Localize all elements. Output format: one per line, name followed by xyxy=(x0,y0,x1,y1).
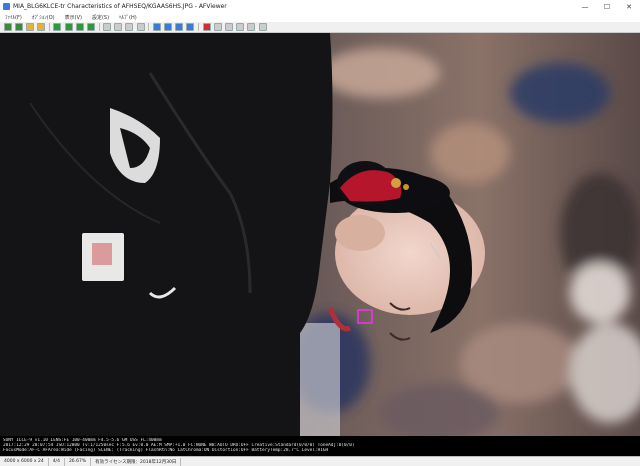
image-viewport[interactable] xyxy=(0,33,640,436)
menu-bar: ﾌｧｲﾙ(F) ｵﾌﾟｼｮﾝ(O) 表示(V) 設定(S) ﾍﾙﾌﾟ(H) xyxy=(0,13,640,22)
toolbar-separator xyxy=(148,23,150,31)
fit-icon[interactable] xyxy=(125,23,134,31)
copy-icon[interactable] xyxy=(37,23,46,31)
menu-file[interactable]: ﾌｧｲﾙ(F) xyxy=(5,14,22,21)
help-icon[interactable] xyxy=(258,23,267,31)
rotate-left-icon[interactable] xyxy=(152,23,161,31)
exif-info-panel: SONY ILCE-9 v1.10 LENS:FE 100-400mm F4.5… xyxy=(0,436,640,456)
minimize-button[interactable]: — xyxy=(574,0,596,13)
maximize-button[interactable]: ☐ xyxy=(596,0,618,13)
menu-settings[interactable]: 設定(S) xyxy=(92,14,109,21)
window-title: MIA_BLG6KLCE-tr Characteristics of AFHSE… xyxy=(13,3,227,10)
save-icon[interactable] xyxy=(14,23,23,31)
status-index: 4/4 xyxy=(49,457,65,466)
app-icon xyxy=(3,3,10,10)
menu-help[interactable]: ﾍﾙﾌﾟ(H) xyxy=(119,14,137,21)
toolbar xyxy=(0,22,640,33)
status-license: 有効ライセンス期限：2018年12月30日 xyxy=(91,457,182,466)
actual-size-icon[interactable] xyxy=(136,23,145,31)
zoom-in-icon[interactable] xyxy=(103,23,112,31)
open-icon[interactable] xyxy=(3,23,12,31)
toolbar-separator xyxy=(48,23,50,31)
exif-line-3: FocusMode:AF-C AFArea:Wide (Facing) SCEN… xyxy=(3,448,329,453)
zoom-out-icon[interactable] xyxy=(114,23,123,31)
status-bar: 4000 x 6000 x 24 4/4 26.67% 有効ライセンス期限：20… xyxy=(0,456,640,466)
settings-icon[interactable] xyxy=(236,23,245,31)
photo-image xyxy=(0,33,640,436)
info-icon[interactable] xyxy=(213,23,222,31)
slideshow-icon[interactable] xyxy=(186,23,195,31)
close-button[interactable]: ✕ xyxy=(618,0,640,13)
menu-view[interactable]: 表示(V) xyxy=(65,14,82,21)
toolbar-separator xyxy=(98,23,100,31)
status-zoom: 26.67% xyxy=(65,457,92,466)
forward-icon[interactable] xyxy=(64,23,73,31)
toolbar-separator xyxy=(198,23,199,31)
histogram-icon[interactable] xyxy=(224,23,233,31)
delete-icon[interactable] xyxy=(202,23,211,31)
first-icon[interactable] xyxy=(75,23,84,31)
print-icon[interactable] xyxy=(247,23,256,31)
last-icon[interactable] xyxy=(86,23,95,31)
menu-option[interactable]: ｵﾌﾟｼｮﾝ(O) xyxy=(32,14,55,21)
back-icon[interactable] xyxy=(53,23,62,31)
rotate-right-icon[interactable] xyxy=(164,23,173,31)
flip-icon[interactable] xyxy=(175,23,184,31)
title-bar: MIA_BLG6KLCE-tr Characteristics of AFHSE… xyxy=(0,0,640,14)
status-dimensions: 4000 x 6000 x 24 xyxy=(0,457,49,466)
folder-icon[interactable] xyxy=(25,23,34,31)
